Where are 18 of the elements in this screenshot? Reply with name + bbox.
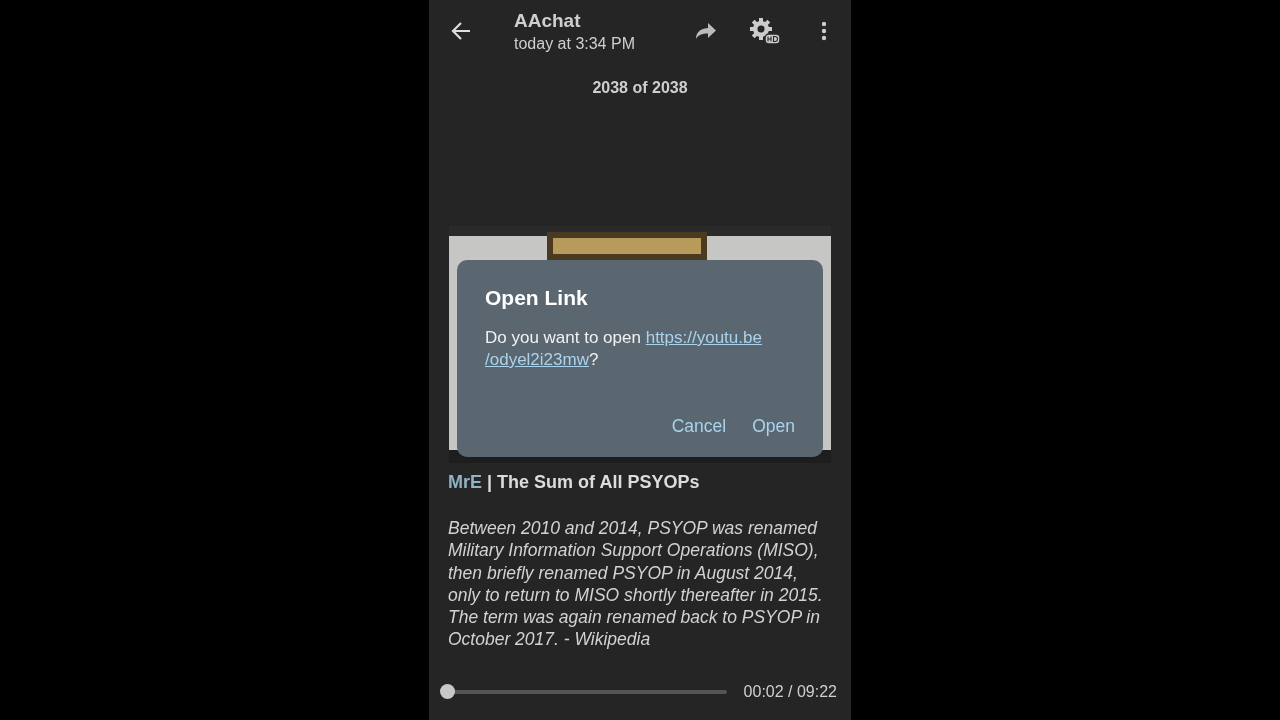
open-button[interactable]: Open	[748, 412, 799, 441]
video-description: Between 2010 and 2014, PSYOP was renamed Military Information Support Operations (MISO), then briefly renamed PSYOP in August 2014, only to return to MISO shortly thereafter in 2015. The term was again renamed back to PSYOP in October 2017. - Wikipedia	[448, 517, 824, 651]
dialog-title: Open Link	[485, 286, 589, 310]
gear-hd-icon[interactable]	[749, 17, 781, 45]
message-counter: 2038 of 2038	[591, 79, 689, 97]
chat-title: AAchat	[514, 9, 582, 32]
more-menu-icon[interactable]	[821, 21, 827, 41]
url-link[interactable]: https://youtu.be	[645, 328, 762, 347]
back-arrow-icon[interactable]	[451, 22, 471, 40]
cancel-button[interactable]: Cancel	[667, 412, 731, 441]
message-time: today at 3:34 PM	[514, 34, 636, 53]
video-title: | The Sum of All PSYOPs	[487, 472, 700, 492]
url-link[interactable]: /odyel2i23mw	[485, 350, 589, 369]
share-arrow-icon[interactable]	[695, 22, 717, 40]
playback-time: 00:02 / 09:22	[743, 683, 837, 701]
seek-bar-thumb[interactable]	[440, 684, 456, 699]
author-name: MrE	[448, 472, 482, 492]
dialog-message: Do you want to open https://youtu.be /odyel2i23mw?	[485, 327, 763, 371]
